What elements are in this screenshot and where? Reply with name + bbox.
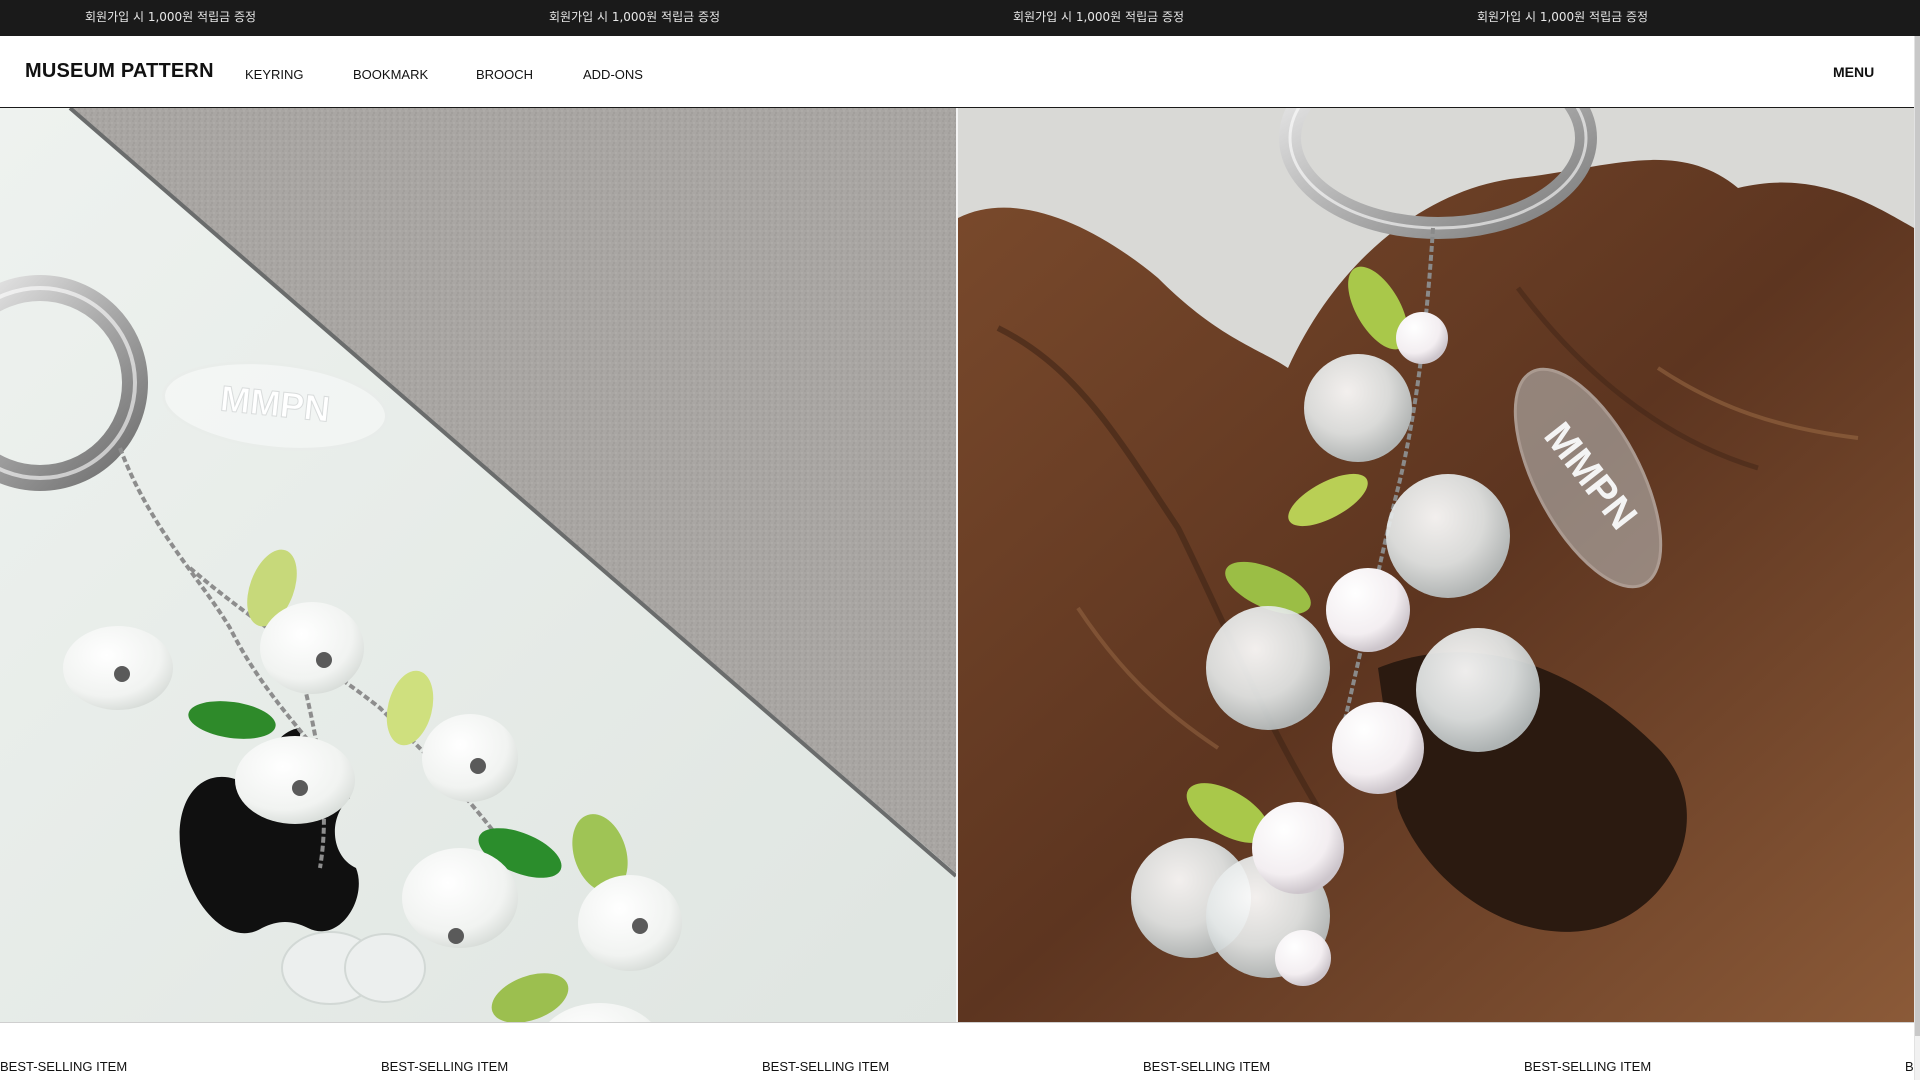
nav-item-brooch[interactable]: BROOCH [476,67,533,82]
best-selling-item-link[interactable]: B [1905,1059,1914,1074]
site-header: MUSEUM PATTERN KEYRING BOOKMARK BROOCH A… [0,36,1914,108]
hero-image-grape-keyring: MMPN [958,108,1914,1022]
hero-slide[interactable]: MMPN [0,108,956,1022]
hero-image-lily-keyring: MMPN [0,108,956,1022]
announcement-message: 회원가입 시 1,000원 적립금 증정 [1477,10,1649,24]
page-scrollbar[interactable] [1914,36,1920,1080]
scrollbar-thumb[interactable] [1915,36,1920,1036]
announcement-message: 회원가입 시 1,000원 적립금 증정 [1013,10,1185,24]
best-selling-item-link[interactable]: BEST-SELLING ITEM [762,1059,889,1074]
hero-slide[interactable]: MMPN [958,108,1914,1022]
nav-item-add-ons[interactable]: ADD-ONS [583,67,643,82]
announcement-message: 회원가입 시 1,000원 적립금 증정 [549,10,721,24]
best-selling-item-link[interactable]: BEST-SELLING ITEM [1524,1059,1651,1074]
site-logo[interactable]: MUSEUM PATTERN [25,60,214,83]
best-selling-row: BEST-SELLING ITEM BEST-SELLING ITEM BEST… [0,1023,1914,1080]
announcement-bar: 회원가입 시 1,000원 적립금 증정 회원가입 시 1,000원 적립금 증… [0,0,1920,36]
nav-item-bookmark[interactable]: BOOKMARK [353,67,428,82]
menu-button[interactable]: MENU [1833,64,1874,80]
announcement-message: 회원가입 시 1,000원 적립금 증정 [85,10,257,24]
best-selling-item-link[interactable]: BEST-SELLING ITEM [1143,1059,1270,1074]
hero-slider[interactable]: MMPN MMPN [0,108,1914,1023]
best-selling-item-link[interactable]: BEST-SELLING ITEM [0,1059,127,1074]
nav-item-keyring[interactable]: KEYRING [245,67,304,82]
best-selling-item-link[interactable]: BEST-SELLING ITEM [381,1059,508,1074]
